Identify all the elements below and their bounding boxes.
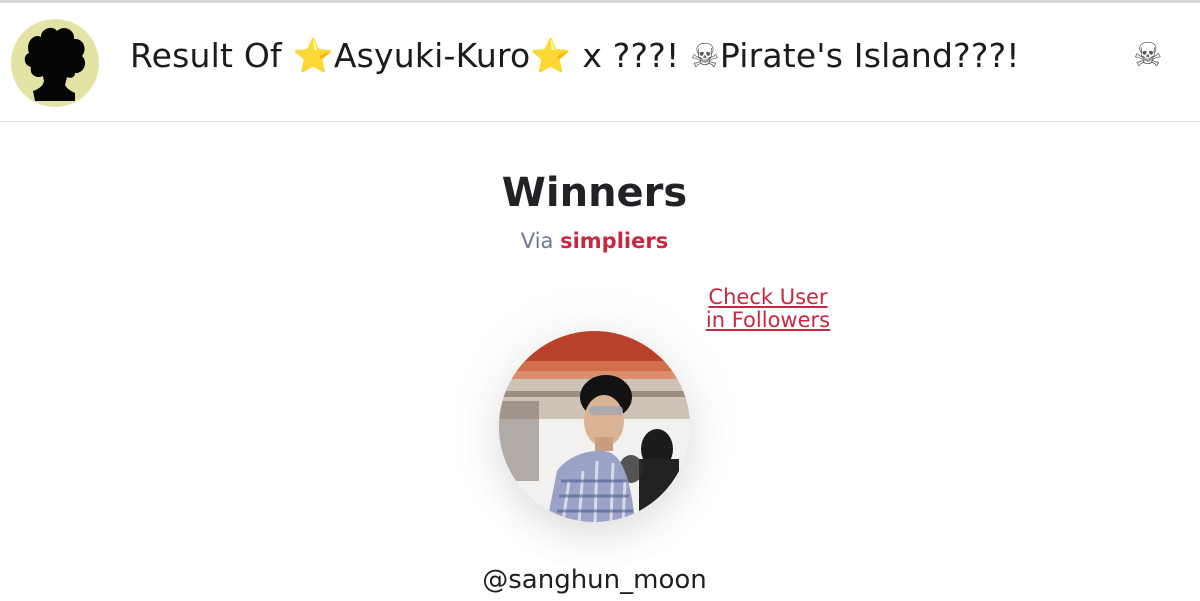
skull-icon: ☠ — [690, 36, 720, 75]
winner-username[interactable]: @sanghun_moon — [0, 562, 1189, 598]
silhouette-icon — [24, 27, 86, 101]
skull-icon: ☠ — [1133, 35, 1163, 74]
title-middle: x ???! — [571, 36, 691, 75]
via-label: Via — [520, 229, 554, 253]
star-icon: ⭐ — [530, 36, 572, 75]
winner-avatar — [499, 331, 690, 522]
via-line: Via simpliers — [0, 227, 1189, 255]
check-user-in-followers-link[interactable]: Check User in Followers — [703, 286, 833, 332]
title-suffix: Pirate's Island???! — [719, 36, 1020, 75]
winner-photo — [499, 331, 690, 522]
header-bar: Result Of ⭐Asyuki-Kuro⭐ x ???! ☠Pirate's… — [0, 3, 1200, 122]
star-icon: ⭐ — [292, 36, 334, 75]
giveaway-title: Result Of ⭐Asyuki-Kuro⭐ x ???! ☠Pirate's… — [130, 34, 1020, 78]
title-name: Asyuki-Kuro — [333, 36, 531, 75]
via-source-link[interactable]: simpliers — [560, 229, 668, 253]
title-prefix: Result Of — [130, 36, 293, 75]
account-avatar[interactable] — [11, 19, 99, 107]
page-title: Winners — [501, 170, 688, 216]
